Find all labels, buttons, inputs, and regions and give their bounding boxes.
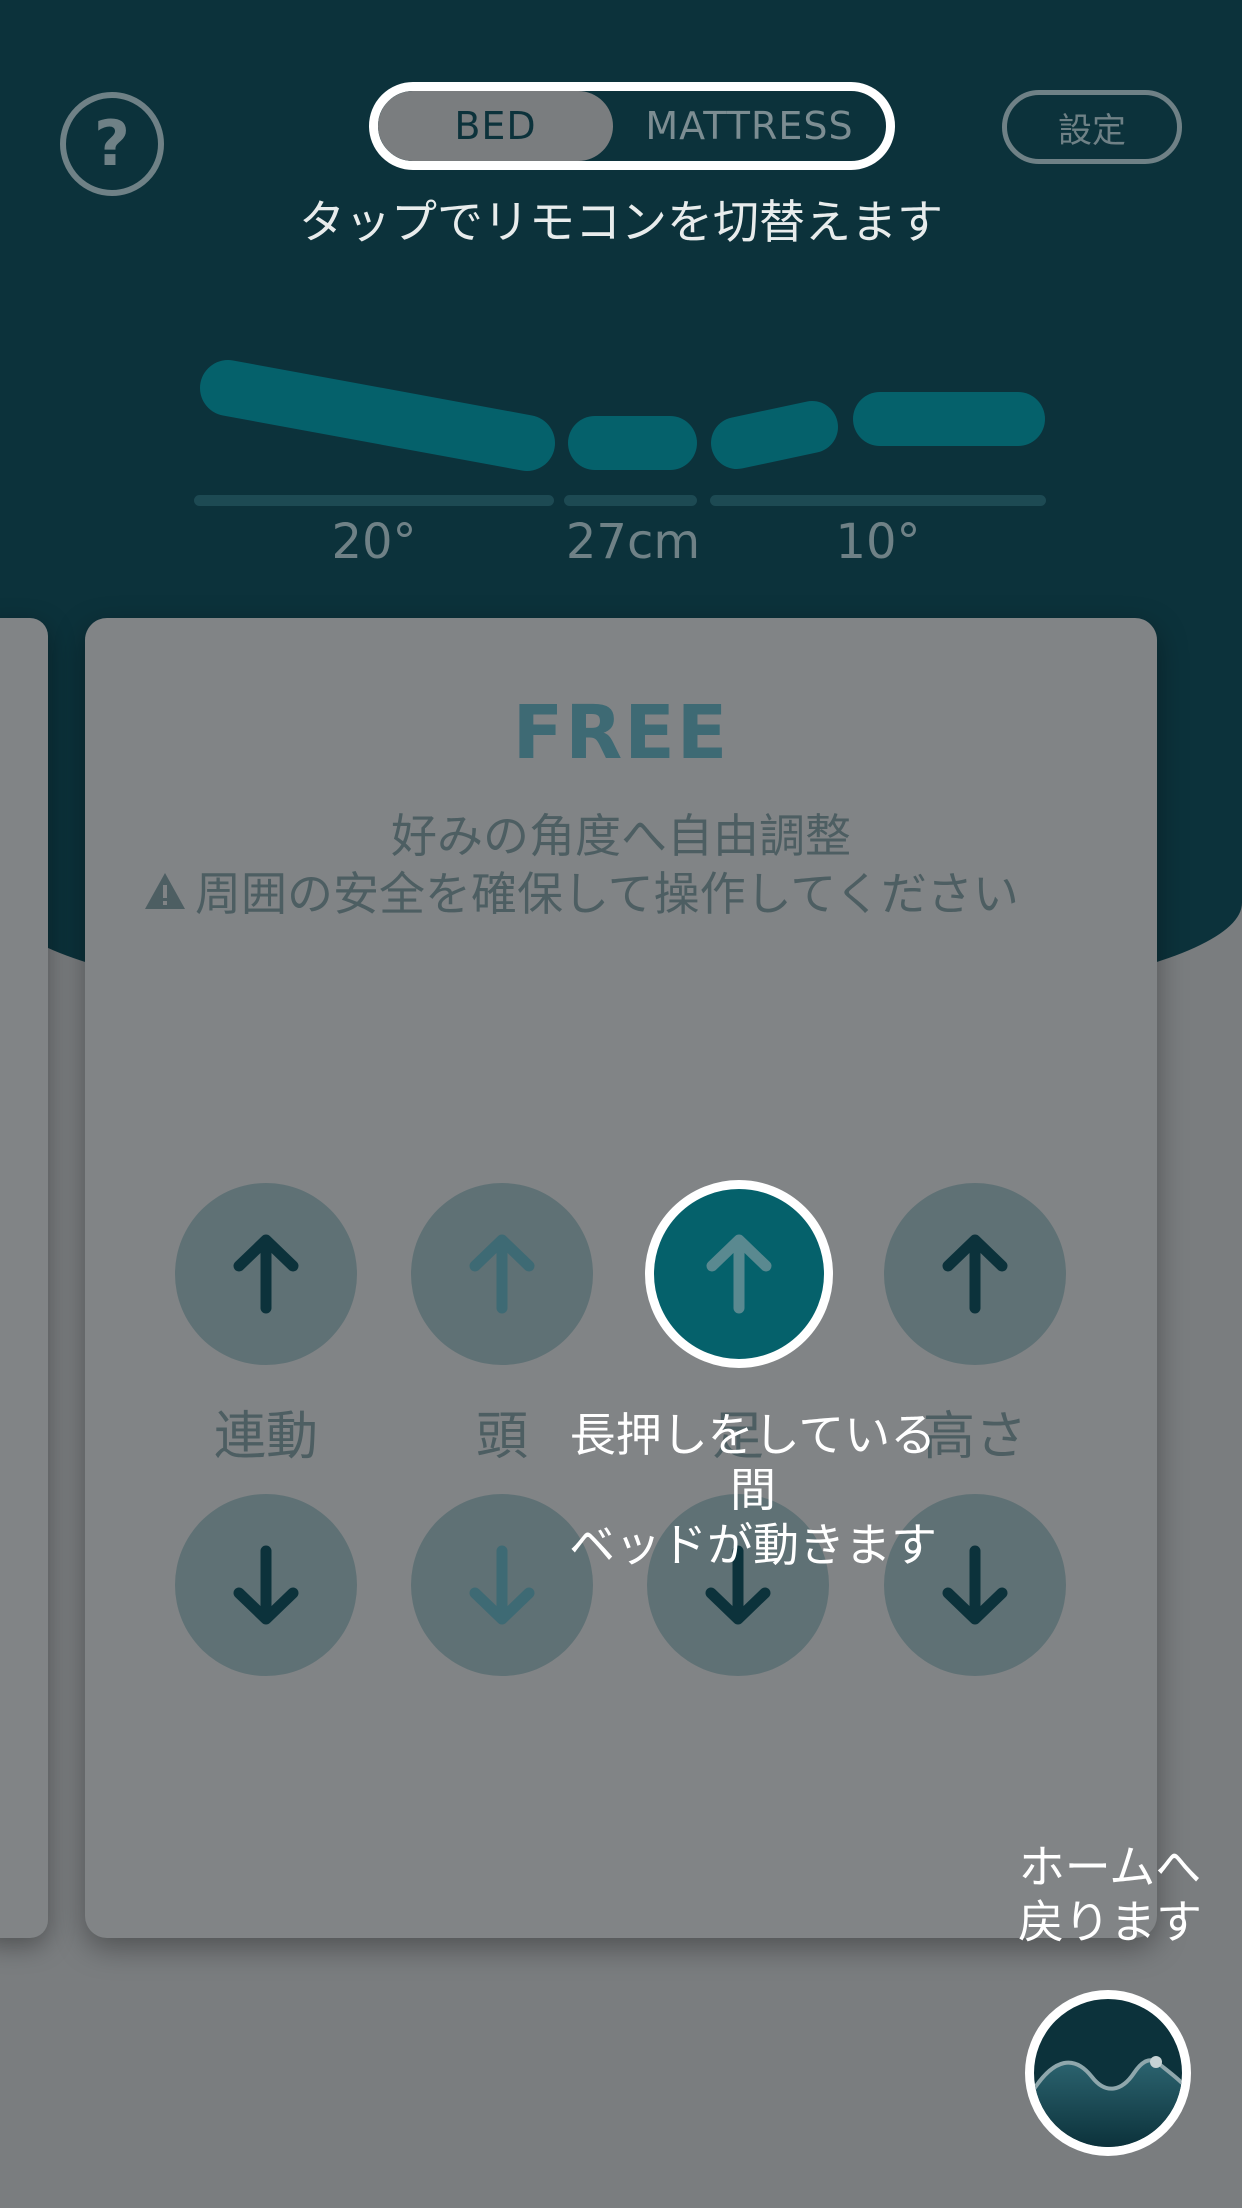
height-up-button[interactable]: [884, 1183, 1066, 1365]
home-tooltip-line-1: ホームへ: [1018, 1840, 1202, 1894]
arrow-up-icon: [706, 1234, 772, 1314]
home-button[interactable]: [1025, 1990, 1191, 2156]
head-angle-readout: 20°: [331, 514, 417, 570]
hold-tooltip-line-1: 長押しをしている間: [569, 1408, 937, 1517]
head-up-button[interactable]: [411, 1183, 593, 1365]
arrow-up-icon: [233, 1234, 299, 1314]
arrow-up-icon: [469, 1234, 535, 1314]
home-tooltip: ホームへ 戻ります: [1010, 1840, 1210, 1950]
bed-base-seat: [564, 495, 697, 506]
segment-bed[interactable]: BED: [378, 91, 613, 161]
arrow-down-icon: [233, 1545, 299, 1625]
foot-up-button[interactable]: [645, 1180, 833, 1368]
height-readout: 27cm: [565, 514, 701, 570]
hold-tooltip: 長押しをしている間 ベッドが動きます: [548, 1408, 958, 1573]
bed-base-foot: [710, 495, 1046, 506]
home-tooltip-line-2: 戻ります: [1018, 1895, 1202, 1949]
mode-title: FREE: [512, 690, 730, 776]
switch-hint: タップでリモコンを切替えます: [299, 195, 943, 249]
foot-angle-readout: 10°: [835, 514, 921, 570]
bed-knee-section: [711, 401, 838, 469]
segment-mattress[interactable]: MATTRESS: [613, 91, 886, 161]
settings-button[interactable]: 設定: [1002, 90, 1182, 164]
linked-label: 連動: [213, 1407, 318, 1467]
hold-tooltip-line-2: ベッドが動きます: [569, 1518, 937, 1572]
arrow-up-icon: [942, 1234, 1008, 1314]
bed-base-head: [194, 495, 554, 506]
linked-up-button[interactable]: [175, 1183, 357, 1365]
mode-warning: 周囲の安全を確保して操作してください: [143, 858, 1019, 924]
question-icon: ?: [94, 107, 130, 180]
linked-down-button[interactable]: [175, 1494, 357, 1676]
mode-warning-text: 周囲の安全を確保して操作してください: [195, 867, 1019, 921]
help-button[interactable]: ?: [60, 92, 164, 196]
arrow-down-icon: [469, 1545, 535, 1625]
home-wave-icon: [1034, 2056, 1182, 2147]
warning-icon: [145, 873, 185, 909]
mode-description: 好みの角度へ自由調整: [391, 809, 851, 863]
remote-switch-segment[interactable]: BED MATTRESS: [369, 82, 895, 170]
bed-head-section: [200, 360, 555, 471]
previous-mode-card[interactable]: [0, 618, 48, 1938]
